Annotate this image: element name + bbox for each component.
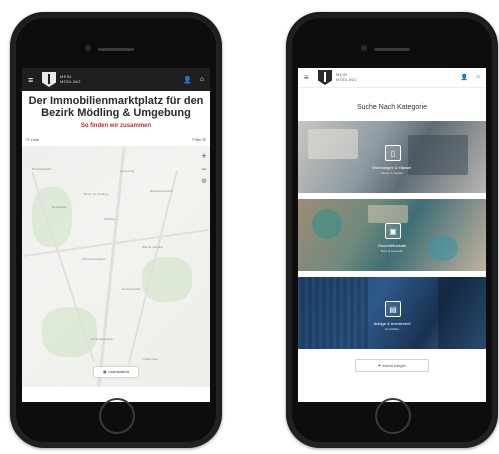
user-icon[interactable]: 👤 xyxy=(461,74,468,81)
photo-shape xyxy=(368,205,408,223)
filter-button[interactable]: Filter ☰ xyxy=(192,137,206,142)
list-view-label: Listenansicht xyxy=(108,370,129,374)
map-label: Hinterbrühl xyxy=(52,205,67,209)
photo-shape xyxy=(312,209,342,239)
home-button[interactable] xyxy=(99,398,135,434)
list-view-button[interactable]: ▦ Listenansicht xyxy=(94,367,138,377)
category-icon: ▯ xyxy=(385,145,401,161)
category-card[interactable]: ▣ Geschäftslokale Büro & Gewerbe xyxy=(298,199,486,271)
menu-icon[interactable]: ≡ xyxy=(28,75,38,85)
map-zoom-controls: + − ⊕ xyxy=(201,151,207,185)
map-label: Gumpoldskirchen xyxy=(90,337,114,341)
category-label: Geschäftslokale xyxy=(377,243,407,248)
category-card[interactable]: ▤ Anlage & Investment Immobilien xyxy=(298,277,486,349)
photo-shape xyxy=(298,277,368,349)
screen-map-view: ≡ MEIN MÖDLING 👤 ⌂ Der Immobilienmarktpl… xyxy=(22,68,210,402)
zoom-out-button[interactable]: − xyxy=(201,164,206,174)
map-road xyxy=(97,147,126,387)
locate-icon[interactable]: ⊕ xyxy=(201,177,207,185)
speaker xyxy=(374,48,410,51)
hero: Der Immobilienmarktplatz für den Bezirk … xyxy=(22,91,210,131)
logo-shield-icon xyxy=(42,72,56,87)
map-label: Wiener Neudorf xyxy=(142,245,164,249)
list-filter-bar: ☷ Liste Filter ☰ xyxy=(22,131,210,147)
map-label: Traiskirchen xyxy=(142,357,159,361)
category-icon: ▣ xyxy=(385,223,401,239)
speaker xyxy=(98,48,134,51)
camera xyxy=(85,45,91,51)
map-label: Perchtoldsdorf xyxy=(32,167,52,171)
hero-title: Der Immobilienmarktplatz für den Bezirk … xyxy=(28,95,204,119)
screen-categories: ≡ MEIN MÖDLING 👤 ⌂ Suche Nach Kategorie … xyxy=(298,68,486,402)
phone-right: ≡ MEIN MÖDLING 👤 ⌂ Suche Nach Kategorie … xyxy=(286,12,498,448)
category-sublabel: Büro & Gewerbe xyxy=(380,249,404,253)
category-card[interactable]: ▯ Wohnungen & Häuser Mieten & Kaufen xyxy=(298,121,486,193)
map-label: Maria Enzersdorf xyxy=(82,257,105,261)
photo-shape xyxy=(438,277,486,349)
home-button[interactable] xyxy=(375,398,411,434)
list-toggle[interactable]: ☷ Liste xyxy=(26,137,39,142)
map-label: Biedermannsdorf xyxy=(150,189,173,193)
logo[interactable]: MEIN MÖDLING xyxy=(42,72,81,87)
category-sublabel: Mieten & Kaufen xyxy=(380,171,404,175)
category-icon: ▤ xyxy=(385,301,401,317)
category-sublabel: Immobilien xyxy=(384,327,400,331)
photo-shape xyxy=(428,235,458,261)
list-icon: ▦ xyxy=(103,370,107,374)
map-label: Guntramsdorf xyxy=(122,287,141,291)
header: ≡ MEIN MÖDLING 👤 ⌂ xyxy=(298,68,486,88)
hero-subtitle: So finden wir zusammen xyxy=(80,123,152,129)
logo[interactable]: MEIN MÖDLING xyxy=(318,70,357,85)
map[interactable]: Laxenburg Mödling Biedermannsdorf Hinter… xyxy=(22,147,210,387)
logo-line-2: MÖDLING xyxy=(60,78,81,84)
logo-line-2: MÖDLING xyxy=(336,76,357,82)
section-title: Suche Nach Kategorie xyxy=(356,104,428,111)
home-icon[interactable]: ⌂ xyxy=(200,76,204,84)
camera xyxy=(361,45,367,51)
category-label: Wohnungen & Häuser xyxy=(372,165,412,170)
logo-shield-icon xyxy=(318,70,332,85)
create-listing-button[interactable]: ⚑ Inserat anlegen xyxy=(355,359,429,372)
user-icon[interactable]: 👤 xyxy=(183,76,192,84)
zoom-in-button[interactable]: + xyxy=(201,151,206,161)
map-label: Mödling xyxy=(104,217,115,221)
category-label: Anlage & Investment xyxy=(373,321,411,326)
phone-left: ≡ MEIN MÖDLING 👤 ⌂ Der Immobilienmarktpl… xyxy=(10,12,222,448)
map-label: Laxenburg xyxy=(120,169,135,173)
home-icon[interactable]: ⌂ xyxy=(476,74,480,81)
menu-icon[interactable]: ≡ xyxy=(304,73,314,82)
photo-shape xyxy=(308,129,358,159)
header: ≡ MEIN MÖDLING 👤 ⌂ xyxy=(22,68,210,91)
map-label: Brunn am Gebirge xyxy=(84,192,109,196)
